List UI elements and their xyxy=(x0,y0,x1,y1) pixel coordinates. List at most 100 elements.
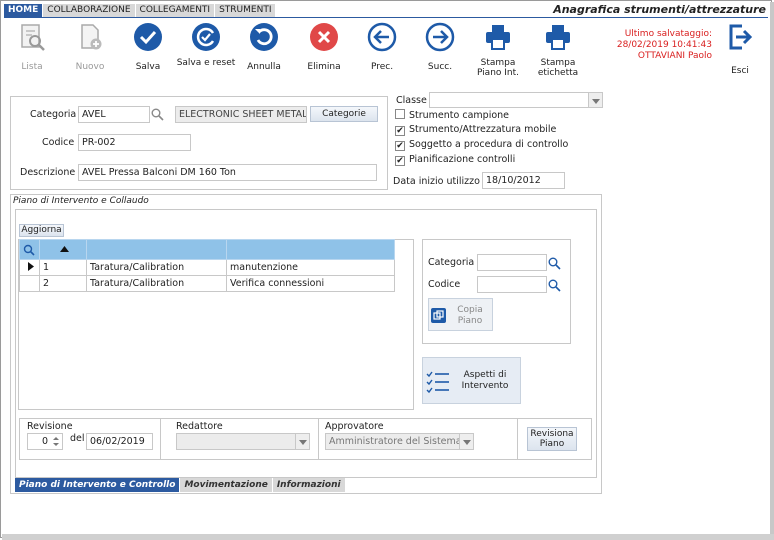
codice-label: Codice xyxy=(42,137,75,148)
prec-button[interactable]: Prec. xyxy=(352,22,412,72)
printer-icon xyxy=(546,25,570,50)
descrizione-input[interactable]: AVEL Pressa Balconi DM 160 Ton xyxy=(78,164,377,181)
approvatore-divider xyxy=(517,418,518,460)
save-info-label: Ultimo salvataggio: xyxy=(624,29,712,39)
stampa-piano-label: Stampa Piano Int. xyxy=(476,58,520,78)
copy-icon xyxy=(431,308,446,323)
check-icon xyxy=(134,23,162,51)
tab-collaborazione[interactable]: COLLABORAZIONE xyxy=(43,4,136,17)
row-desc: Verifica connessioni xyxy=(226,275,395,292)
grid-tipo-header[interactable] xyxy=(86,239,227,260)
bottom-tabs: Piano di Intervento e Controllo Moviment… xyxy=(15,478,346,492)
grid-desc-header[interactable] xyxy=(226,239,395,260)
nuovo-button[interactable]: Nuovo xyxy=(60,22,120,72)
save-info: Ultimo salvataggio: 28/02/2019 10:41:43 … xyxy=(600,29,712,62)
categorie-button[interactable]: Categorie xyxy=(310,106,378,122)
zoom-icon xyxy=(23,244,35,256)
search-icon[interactable] xyxy=(151,108,164,121)
lista-label: Lista xyxy=(21,62,43,72)
checkbox-strumento-campione[interactable] xyxy=(395,109,405,119)
tab-collegamenti[interactable]: COLLEGAMENTI xyxy=(135,4,216,17)
checkbox-strumento-mobile[interactable]: ✔ xyxy=(395,126,405,136)
categoria-input[interactable]: AVEL xyxy=(78,106,150,123)
save-info-timestamp: 28/02/2019 10:41:43 xyxy=(616,40,712,50)
aggiorna-button[interactable]: Aggiorna xyxy=(19,224,64,237)
row-selector xyxy=(19,275,40,292)
soggetto-procedura-checkbox[interactable]: ✔ Soggetto a procedura di controllo xyxy=(395,139,568,151)
grid-num-header[interactable] xyxy=(39,239,87,260)
del-date-input[interactable]: 06/02/2019 xyxy=(86,433,153,450)
redattore-select[interactable] xyxy=(176,433,310,450)
prec-label: Prec. xyxy=(370,62,394,72)
new-document-icon xyxy=(81,24,102,50)
stampa-etichetta-button[interactable]: Stampa etichetta xyxy=(528,22,588,78)
piano-title: Piano di Intervento e Collaudo xyxy=(13,196,149,206)
salva-reset-label: Salva e reset xyxy=(176,58,236,68)
classe-select[interactable] xyxy=(429,92,603,108)
tab-movimentazione[interactable]: Movimentazione xyxy=(180,478,273,492)
tab-piano-intervento[interactable]: Piano di Intervento e Controllo xyxy=(15,478,181,492)
revisione-divider xyxy=(160,418,161,460)
salva-button[interactable]: Salva xyxy=(118,22,178,72)
descrizione-label: Descrizione xyxy=(20,167,76,178)
side-codice-label: Codice xyxy=(428,279,461,290)
annulla-button[interactable]: Annulla xyxy=(234,22,294,72)
revisione-label: Revisione xyxy=(27,421,73,432)
search-icon[interactable] xyxy=(548,257,561,270)
revisione-stepper[interactable]: 0 xyxy=(27,433,63,450)
salva-label: Salva xyxy=(135,62,161,72)
strumento-campione-label: Strumento campione xyxy=(409,110,510,121)
strumento-campione-checkbox[interactable]: Strumento campione xyxy=(395,109,509,121)
chevron-down-icon xyxy=(459,434,473,449)
esci-button[interactable]: Esci xyxy=(710,22,770,76)
list-search-icon xyxy=(21,24,45,51)
pianificazione-checkbox[interactable]: ✔ Pianificazione controlli xyxy=(395,154,515,166)
row-tipo: Taratura/Calibration xyxy=(86,259,227,276)
delete-icon xyxy=(310,23,338,51)
save-reset-icon xyxy=(192,23,220,51)
tab-home[interactable]: HOME xyxy=(4,4,44,17)
checkbox-pianificazione[interactable]: ✔ xyxy=(395,156,405,166)
succ-label: Succ. xyxy=(427,62,453,72)
redattore-divider xyxy=(318,418,319,460)
row-desc: manutenzione xyxy=(226,259,395,276)
grid-search-header[interactable] xyxy=(19,239,40,260)
piano-grid: 1 Taratura/Calibration manutenzione 2 Ta… xyxy=(19,239,395,292)
chevron-down-icon xyxy=(588,93,602,107)
classe-label: Classe xyxy=(396,95,427,106)
stampa-piano-button[interactable]: Stampa Piano Int. xyxy=(468,22,528,78)
stampa-etichetta-label: Stampa etichetta xyxy=(537,58,579,78)
copia-piano-button[interactable]: Copia Piano xyxy=(428,298,493,331)
codice-input[interactable]: PR-002 xyxy=(78,134,191,151)
search-icon[interactable] xyxy=(548,279,561,292)
succ-button[interactable]: Succ. xyxy=(410,22,470,72)
annulla-label: Annulla xyxy=(247,62,281,72)
data-inizio-label: Data inizio utilizzo xyxy=(393,176,480,187)
lista-button[interactable]: Lista xyxy=(2,22,62,72)
row-tipo: Taratura/Calibration xyxy=(86,275,227,292)
spinner-icon[interactable] xyxy=(51,435,61,448)
revisiona-piano-button[interactable]: Revisiona Piano xyxy=(527,427,577,451)
window-shadow-bottom xyxy=(2,534,774,540)
window-title: Anagrafica strumenti/attrezzature xyxy=(553,3,766,16)
elimina-button[interactable]: Elimina xyxy=(294,22,354,72)
aspetti-button[interactable]: Aspetti di Intervento xyxy=(422,357,521,404)
categoria-description: ELECTRONIC SHEET METAL P xyxy=(175,106,307,123)
checkbox-soggetto-procedura[interactable]: ✔ xyxy=(395,141,405,151)
tab-strumenti[interactable]: STRUMENTI xyxy=(215,4,277,17)
title-divider xyxy=(4,17,768,18)
table-row[interactable]: 2 Taratura/Calibration Verifica connessi… xyxy=(19,275,395,292)
tab-informazioni[interactable]: Informazioni xyxy=(272,478,346,492)
checklist-icon xyxy=(426,371,449,394)
data-inizio-input[interactable]: 18/10/2012 xyxy=(482,172,565,189)
table-row[interactable]: 1 Taratura/Calibration manutenzione xyxy=(19,259,395,276)
salva-reset-button[interactable]: Salva e reset xyxy=(176,22,236,68)
ribbon-tabs: HOME COLLABORAZIONE COLLEGAMENTI STRUMEN… xyxy=(4,4,277,17)
window-shadow-right xyxy=(770,2,774,538)
strumento-mobile-checkbox[interactable]: ✔ Strumento/Attrezzatura mobile xyxy=(395,124,556,136)
grid-header xyxy=(19,239,395,260)
side-codice-input[interactable] xyxy=(477,276,547,293)
approvatore-select[interactable]: Amministratore del Sistema xyxy=(325,433,474,450)
row-num: 1 xyxy=(39,259,87,276)
side-categoria-input[interactable] xyxy=(477,254,547,271)
